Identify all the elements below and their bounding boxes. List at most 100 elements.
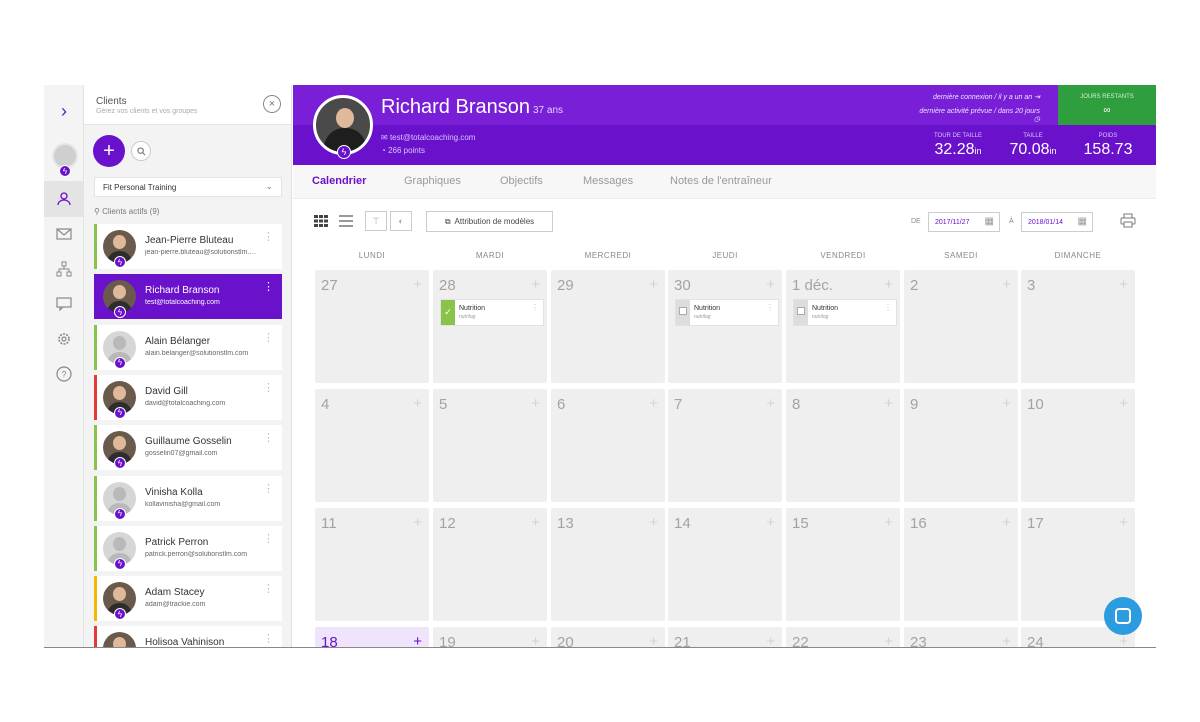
calendar-day-cell[interactable]: 21 + xyxy=(668,627,782,647)
tab-graphiques[interactable]: Graphiques xyxy=(404,175,461,187)
add-event-icon[interactable]: + xyxy=(884,514,893,531)
tab-calendrier[interactable]: Calendrier xyxy=(312,175,366,187)
add-event-icon[interactable]: + xyxy=(1119,633,1128,647)
add-event-icon[interactable]: + xyxy=(649,276,658,293)
add-event-icon[interactable]: + xyxy=(413,276,422,293)
search-icon[interactable] xyxy=(131,141,151,161)
add-event-icon[interactable]: + xyxy=(531,395,540,412)
calendar-day-cell[interactable]: 4 + xyxy=(315,389,429,502)
client-list-item[interactable]: ϟ Patrick Perron patrick.perron@solutionst… xyxy=(94,525,282,571)
calendar-day-cell[interactable]: 27 + xyxy=(315,270,429,383)
calendar-day-cell[interactable]: 28 + ✓ Nutrition nutrilog ⋮ xyxy=(433,270,547,383)
event-checkbox[interactable] xyxy=(676,300,690,325)
add-event-icon[interactable]: + xyxy=(884,276,893,293)
add-event-icon[interactable]: + xyxy=(1119,514,1128,531)
client-list-item[interactable]: ϟ Jean-Pierre Bluteau jean-pierre.bluteau@… xyxy=(94,224,282,269)
calendar-event[interactable]: Nutrition nutrilog ⋮ xyxy=(793,299,897,326)
calendar-day-cell[interactable]: 19 + xyxy=(433,627,547,647)
calendar-day-cell[interactable]: 20 + xyxy=(551,627,665,647)
calendar-day-cell[interactable]: 13 + xyxy=(551,508,665,621)
event-checkbox[interactable] xyxy=(794,300,808,325)
calendar-day-cell[interactable]: 2 + xyxy=(904,270,1018,383)
filter-icon[interactable]: ⊤ xyxy=(365,211,387,231)
mail-icon[interactable] xyxy=(44,216,84,252)
calendar-day-cell[interactable]: 10 + xyxy=(1021,389,1135,502)
calendar-day-cell[interactable]: 6 + xyxy=(551,389,665,502)
add-event-icon[interactable]: + xyxy=(413,514,422,531)
chat-widget-button[interactable] xyxy=(1104,597,1142,635)
add-event-icon[interactable]: + xyxy=(1119,395,1128,412)
client-list-item[interactable]: ϟ Vinisha Kolla kollavinisha@gmail.com ⋮ xyxy=(94,475,282,521)
add-event-icon[interactable]: + xyxy=(531,514,540,531)
calendar-day-cell[interactable]: 11 + xyxy=(315,508,429,621)
kebab-menu-icon[interactable]: ⋮ xyxy=(263,533,274,545)
add-event-icon[interactable]: + xyxy=(766,633,775,647)
add-event-icon[interactable]: + xyxy=(649,514,658,531)
calendar-day-cell[interactable]: 16 + xyxy=(904,508,1018,621)
tab-notes[interactable]: Notes de l'entraîneur xyxy=(670,175,772,187)
client-list-item[interactable]: ϟ David Gill david@totalcoaching.com ⋮ xyxy=(94,374,282,420)
grid-view-icon[interactable] xyxy=(311,211,331,231)
group-select[interactable]: Fit Personal Training ⌄ xyxy=(94,177,282,197)
checkmark-icon[interactable]: ✓ xyxy=(441,300,455,325)
add-client-button[interactable]: + xyxy=(93,135,125,167)
calendar-day-cell[interactable]: 12 + xyxy=(433,508,547,621)
add-event-icon[interactable]: + xyxy=(531,633,540,647)
add-event-icon[interactable]: + xyxy=(413,395,422,412)
model-assignment-button[interactable]: ⧉ Attribution de modèles xyxy=(426,211,553,232)
calendar-day-cell[interactable]: 22 + xyxy=(786,627,900,647)
help-icon[interactable]: ? xyxy=(44,356,84,392)
add-event-icon[interactable]: + xyxy=(531,276,540,293)
tab-messages[interactable]: Messages xyxy=(583,175,633,187)
calendar-day-cell[interactable]: 18 + xyxy=(315,627,429,647)
kebab-menu-icon[interactable]: ⋮ xyxy=(531,303,539,312)
client-list-item[interactable]: ϟ Alain Bélanger alain.belanger@solutionst… xyxy=(94,324,282,370)
users-icon[interactable] xyxy=(44,181,84,217)
calendar-day-cell[interactable]: 15 + xyxy=(786,508,900,621)
kebab-menu-icon[interactable]: ⋮ xyxy=(263,332,274,344)
add-event-icon[interactable]: + xyxy=(649,633,658,647)
client-list-item[interactable]: ϟ Richard Branson test@totalcoaching.com ⋮ xyxy=(94,274,282,320)
add-event-icon[interactable]: + xyxy=(766,514,775,531)
calendar-day-cell[interactable]: 14 + xyxy=(668,508,782,621)
chat-icon[interactable] xyxy=(44,286,84,322)
from-date-input[interactable]: 2017/11/27 ▦ xyxy=(928,212,1000,232)
add-event-icon[interactable]: + xyxy=(413,633,422,647)
calendar-event[interactable]: ✓ Nutrition nutrilog ⋮ xyxy=(440,299,544,326)
kebab-menu-icon[interactable]: ⋮ xyxy=(263,634,274,645)
palette-icon[interactable]: ◐ xyxy=(390,211,412,231)
list-view-icon[interactable] xyxy=(336,211,356,231)
calendar-day-cell[interactable]: 1 déc. + Nutrition nutrilog ⋮ xyxy=(786,270,900,383)
calendar-day-cell[interactable]: 29 + xyxy=(551,270,665,383)
tab-objectifs[interactable]: Objectifs xyxy=(500,175,543,187)
add-event-icon[interactable]: + xyxy=(766,395,775,412)
add-event-icon[interactable]: + xyxy=(1002,276,1011,293)
kebab-menu-icon[interactable]: ⋮ xyxy=(766,303,774,312)
add-event-icon[interactable]: + xyxy=(884,633,893,647)
calendar-day-cell[interactable]: 9 + xyxy=(904,389,1018,502)
kebab-menu-icon[interactable]: ⋮ xyxy=(263,584,274,595)
kebab-menu-icon[interactable]: ⋮ xyxy=(263,282,274,293)
add-event-icon[interactable]: + xyxy=(766,276,775,293)
org-chart-icon[interactable] xyxy=(44,251,84,287)
kebab-menu-icon[interactable]: ⋮ xyxy=(263,483,274,495)
add-event-icon[interactable]: + xyxy=(1002,633,1011,647)
kebab-menu-icon[interactable]: ⋮ xyxy=(263,232,274,243)
close-icon[interactable]: × xyxy=(263,95,281,113)
kebab-menu-icon[interactable]: ⋮ xyxy=(884,303,892,312)
kebab-menu-icon[interactable]: ⋮ xyxy=(263,382,274,394)
add-event-icon[interactable]: + xyxy=(884,395,893,412)
calendar-day-cell[interactable]: 23 + xyxy=(904,627,1018,647)
calendar-day-cell[interactable]: 8 + xyxy=(786,389,900,502)
client-list-item[interactable]: ϟ Adam Stacey adam@trackie.com ⋮ xyxy=(94,576,282,622)
calendar-day-cell[interactable]: 7 + xyxy=(668,389,782,502)
calendar-day-cell[interactable]: 30 + Nutrition nutrilog ⋮ xyxy=(668,270,782,383)
calendar-day-cell[interactable]: 3 + xyxy=(1021,270,1135,383)
print-icon[interactable] xyxy=(1120,213,1136,232)
add-event-icon[interactable]: + xyxy=(1119,276,1128,293)
add-event-icon[interactable]: + xyxy=(649,395,658,412)
add-event-icon[interactable]: + xyxy=(1002,395,1011,412)
calendar-event[interactable]: Nutrition nutrilog ⋮ xyxy=(675,299,779,326)
to-date-input[interactable]: 2018/01/14 ▦ xyxy=(1021,212,1093,232)
add-event-icon[interactable]: + xyxy=(1002,514,1011,531)
